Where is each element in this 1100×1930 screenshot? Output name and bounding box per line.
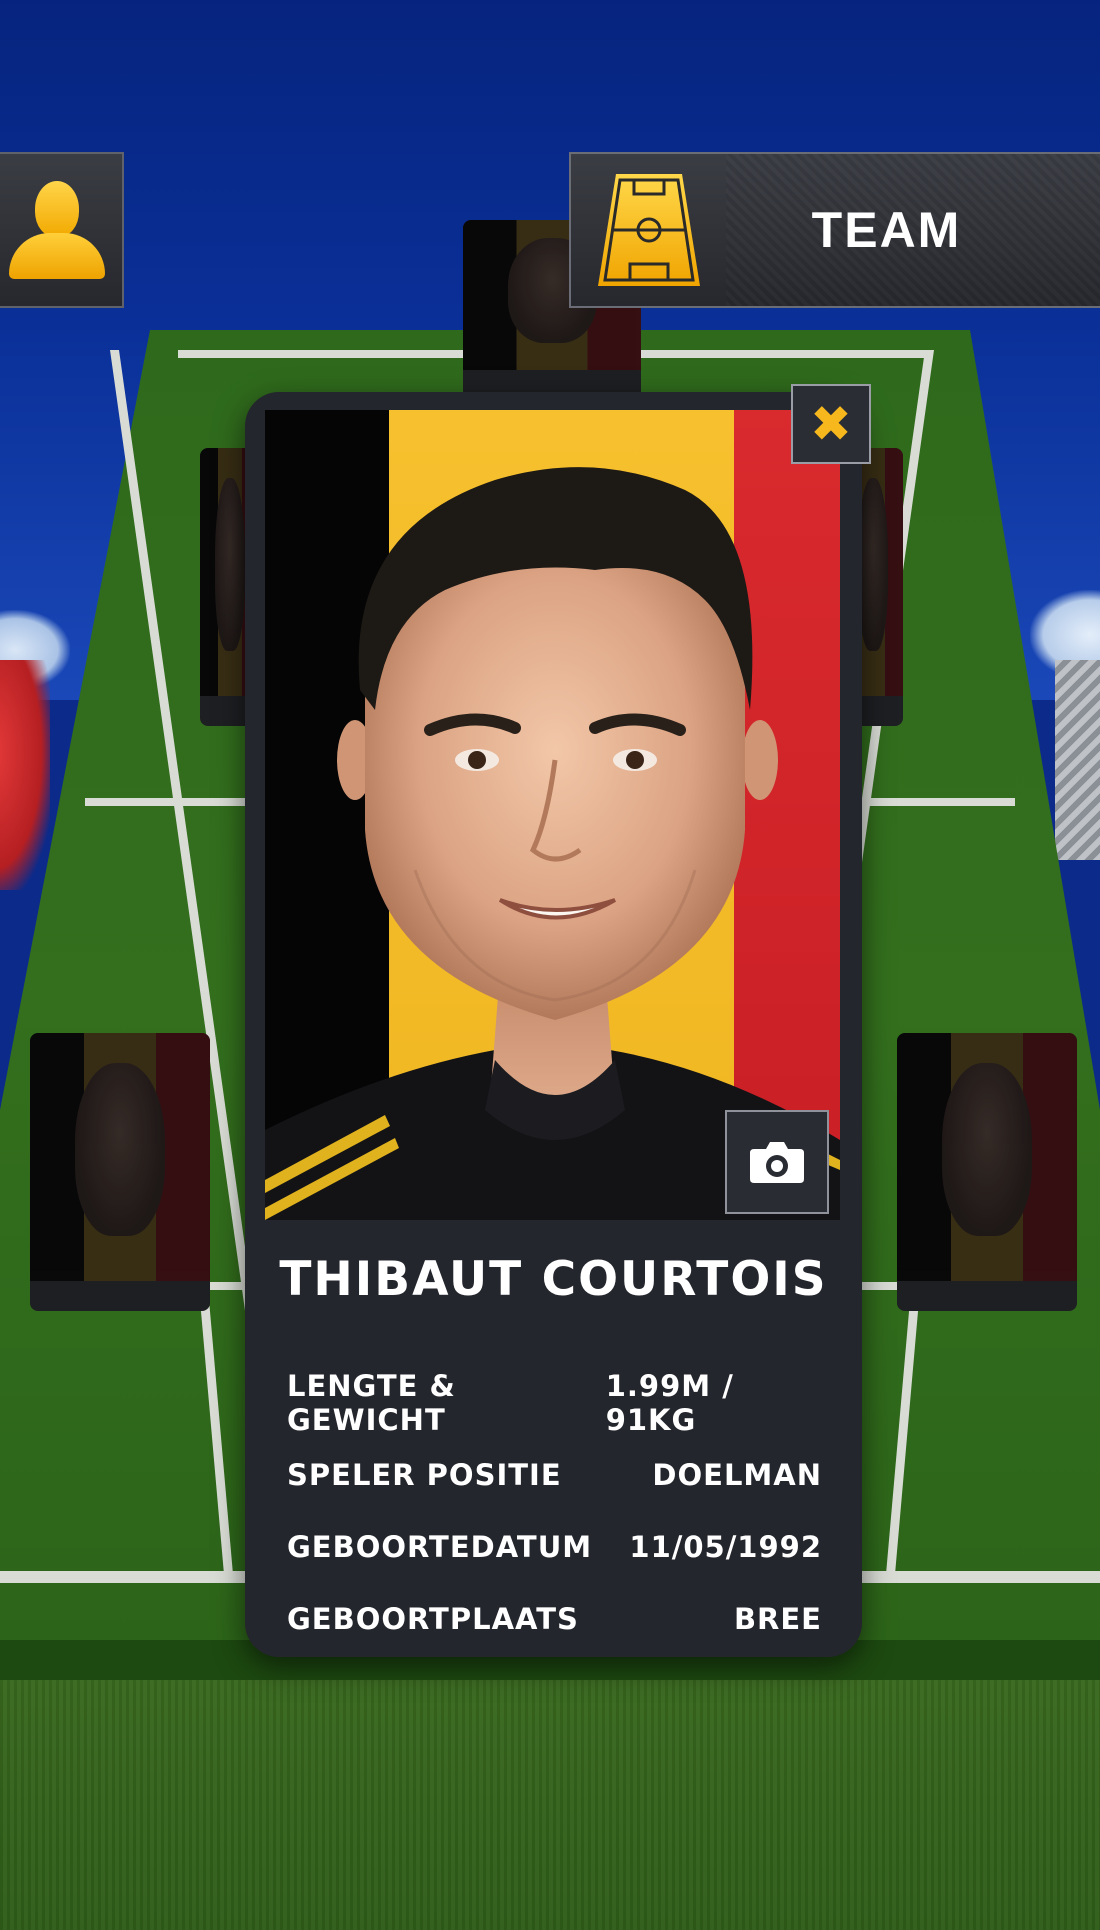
stat-row-position: SPELER POSITIE DOELMAN [287,1439,822,1511]
camera-button[interactable] [725,1110,829,1214]
player-portrait [265,410,840,1220]
stat-value: DOELMAN [652,1458,822,1492]
person-icon [9,175,105,285]
player-tile-photo [30,1033,210,1281]
stadium-stand [1055,660,1100,860]
close-button[interactable]: ✖ [791,384,871,464]
soccer-field-icon [571,154,726,306]
stat-value: BREE [733,1602,822,1636]
player-photo [265,467,840,1220]
stat-label: LENGTE & GEWICHT [287,1369,456,1437]
player-name: THIBAUT COURTOIS [279,1252,828,1307]
player-tile-photo [897,1033,1077,1281]
player-profile-button[interactable] [0,152,124,308]
stat-row-birthdate: GEBOORTEDATUM 11/05/1992 [287,1511,822,1583]
stat-label: GEBOORTPLAATS [287,1602,579,1636]
stat-row-birthplace: GEBOORTPLAATS BREE [287,1583,822,1655]
team-button-label: TEAM [726,154,1100,306]
player-tile-right-lower[interactable] [897,1033,1077,1311]
player-card: THIBAUT COURTOIS LENGTE & GEWICHT 1.99M … [245,392,862,1657]
stat-row-height-weight: LENGTE & GEWICHT 1.99M / 91KG [287,1367,822,1439]
close-icon: ✖ [810,395,852,453]
stat-label: GEBOORTEDATUM [287,1530,593,1564]
stat-label: SPELER POSITIE [287,1458,562,1492]
background-player-left [0,660,50,890]
grass-foreground [0,1680,1100,1930]
stat-value: 11/05/1992 [629,1530,822,1564]
stat-value: 1.99M / 91KG [605,1369,734,1437]
team-button[interactable]: TEAM [569,152,1100,308]
player-stats: LENGTE & GEWICHT 1.99M / 91KG SPELER POS… [287,1367,822,1655]
player-tile-left-lower[interactable] [30,1033,210,1311]
camera-icon [750,1142,804,1183]
